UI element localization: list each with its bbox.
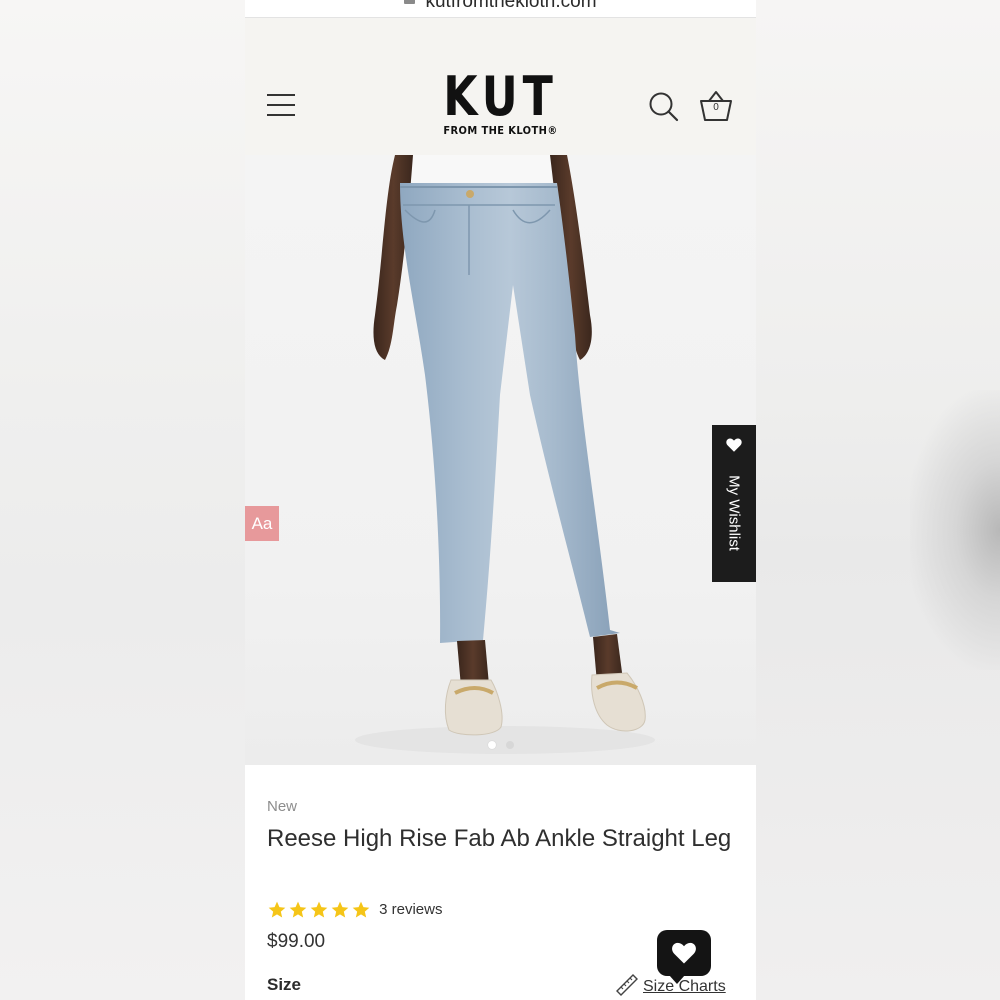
- product-title: Reese High Rise Fab Ab Ankle Straight Le…: [267, 825, 732, 852]
- new-badge: New: [267, 798, 298, 815]
- carousel-dots: [245, 734, 756, 753]
- star-icon: [331, 901, 349, 917]
- product-photo: [355, 155, 655, 754]
- wishlist-label: My Wishlist: [725, 475, 743, 551]
- search-icon: [649, 92, 679, 122]
- basket-button[interactable]: 0: [698, 89, 734, 123]
- my-wishlist-tab[interactable]: My Wishlist: [712, 425, 756, 582]
- site-header: KUT FROM THE KLOTH® 0: [245, 18, 756, 155]
- ruler-icon: [616, 974, 638, 996]
- size-label: Size: [267, 975, 302, 994]
- size-charts-label: Size Charts: [643, 978, 726, 995]
- wishlist-floating-button[interactable]: [657, 930, 711, 984]
- product-info: New Reese High Rise Fab Ab Ankle Straigh…: [245, 765, 756, 1000]
- product-price: $99.00: [267, 931, 326, 952]
- url-text: kutfromthekloth.com: [425, 0, 597, 12]
- background-shade: [910, 390, 1000, 670]
- search-button[interactable]: [648, 91, 680, 123]
- size-charts-link[interactable]: Size Charts: [615, 973, 726, 999]
- accessibility-button[interactable]: Aa: [245, 506, 279, 541]
- url-text-wrapper: kutfromthekloth.com: [245, 0, 756, 13]
- product-image-carousel[interactable]: [245, 155, 756, 765]
- heart-icon: [726, 438, 742, 452]
- mobile-viewport: kutfromthekloth.com KUT FROM THE KLOTH® …: [245, 0, 756, 1000]
- background-blur-left: [0, 0, 245, 1000]
- carousel-dot-active[interactable]: [487, 741, 496, 749]
- browser-url-bar[interactable]: kutfromthekloth.com: [245, 0, 756, 18]
- heart-icon: [672, 942, 696, 964]
- reviews-link[interactable]: 3 reviews: [379, 901, 442, 918]
- basket-count: 0: [713, 102, 719, 113]
- product-rating[interactable]: 3 reviews: [267, 899, 442, 921]
- star-icon: [352, 901, 370, 917]
- lock-icon: [404, 0, 416, 4]
- carousel-dot[interactable]: [505, 741, 514, 749]
- background-blur-right: [755, 0, 1000, 1000]
- star-icon: [310, 901, 328, 917]
- star-icon: [268, 901, 286, 917]
- star-icon: [289, 901, 307, 917]
